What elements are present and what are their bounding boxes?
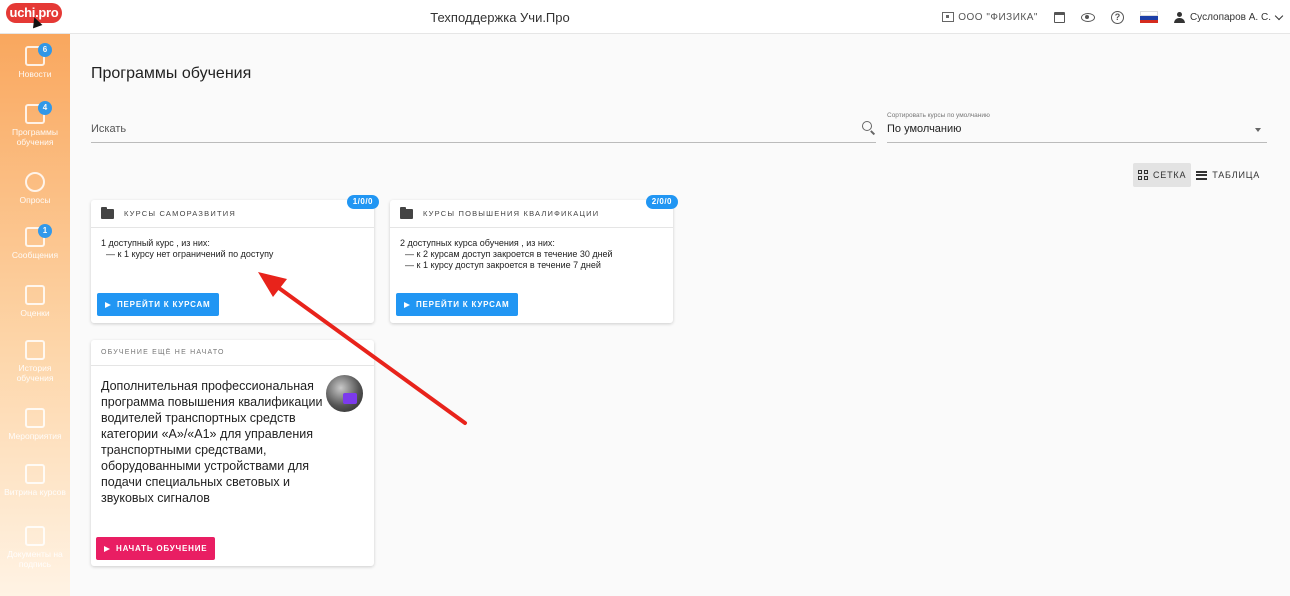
- grid-view-button[interactable]: СЕТКА: [1133, 163, 1192, 187]
- button-label: ПЕРЕЙТИ К КУРСАМ: [117, 300, 211, 309]
- play-icon: [105, 301, 111, 308]
- grid-icon: [1138, 170, 1148, 180]
- start-learning-button[interactable]: НАЧАТЬ ОБУЧЕНИЕ: [96, 537, 216, 560]
- documents-icon: [25, 526, 45, 546]
- sidebar-item-label: Мероприятия: [8, 431, 62, 441]
- search-icon[interactable]: [862, 121, 872, 131]
- program-title: Дополнительная профессиональная программ…: [101, 379, 323, 505]
- events-icon: [25, 408, 45, 428]
- sidebar-item-history[interactable]: История обучения: [0, 340, 70, 383]
- sidebar-item-news[interactable]: 6 Новости: [0, 43, 70, 79]
- notification-badge: 6: [38, 43, 52, 57]
- search-input[interactable]: Искать: [91, 117, 876, 143]
- help-icon[interactable]: ?: [1110, 10, 1124, 24]
- sort-label: Сортировать курсы по умолчанию: [887, 112, 990, 119]
- eye-icon[interactable]: [1080, 12, 1095, 22]
- program-card[interactable]: ОБУЧЕНИЕ ЕЩЁ НЕ НАЧАТО Дополнительная пр…: [91, 340, 374, 566]
- flag-ru-icon[interactable]: [1139, 11, 1158, 23]
- sidebar-item-label: Сообщения: [11, 250, 59, 260]
- sidebar-item-programs[interactable]: 4 Программы обучения: [0, 101, 70, 147]
- go-to-courses-button[interactable]: ПЕРЕЙТИ К КУРСАМ: [396, 293, 518, 316]
- course-count-badge: 1/0/0: [346, 195, 379, 209]
- sidebar-item-surveys[interactable]: Опросы: [0, 172, 70, 205]
- card-title: КУРСЫ ПОВЫШЕНИЯ КВАЛИФИКАЦИИ: [423, 209, 600, 218]
- sidebar-item-label: Витрина курсов: [4, 487, 66, 497]
- dropdown-arrow-icon: [1255, 128, 1261, 132]
- card-summary: 2 доступных курса обучения , из них:: [400, 238, 555, 248]
- sidebar-item-events[interactable]: Мероприятия: [0, 408, 70, 441]
- button-label: ПЕРЕЙТИ К КУРСАМ: [416, 300, 510, 309]
- table-view-button[interactable]: ТАБЛИЦА: [1191, 163, 1265, 187]
- card-title: КУРСЫ САМОРАЗВИТИЯ: [124, 209, 236, 218]
- user-menu[interactable]: Суслопаров А. С.: [1173, 11, 1284, 23]
- flag-stripe-red: [1139, 19, 1158, 23]
- list-icon: [1196, 170, 1208, 180]
- sidebar: 6 Новости 4 Программы обучения Опросы 1 …: [0, 34, 70, 596]
- organization-selector[interactable]: ООО "ФИЗИКА": [942, 12, 1038, 23]
- sort-select[interactable]: Сортировать курсы по умолчанию По умолча…: [887, 109, 1267, 143]
- sidebar-item-grades[interactable]: Оценки: [0, 285, 70, 318]
- card-header: КУРСЫ САМОРАЗВИТИЯ: [91, 200, 374, 228]
- sidebar-item-documents[interactable]: Документы на подпись: [0, 526, 70, 569]
- sort-value: По умолчанию: [887, 123, 962, 135]
- building-icon: [942, 12, 955, 22]
- user-name: Суслопаров А. С.: [1189, 11, 1271, 23]
- card-summary: 1 доступный курс , из них:: [101, 238, 210, 248]
- table-view-label: ТАБЛИЦА: [1212, 170, 1260, 180]
- sidebar-item-label: Опросы: [19, 195, 51, 205]
- sidebar-item-showcase[interactable]: Витрина курсов: [0, 464, 70, 497]
- sidebar-item-label: Документы на подпись: [7, 549, 63, 569]
- sidebar-item-label: Новости: [18, 69, 52, 79]
- notification-badge: 4: [38, 101, 52, 115]
- calendar-icon[interactable]: [1053, 11, 1065, 23]
- folder-icon: [101, 206, 114, 219]
- showcase-icon: [25, 464, 45, 484]
- organization-name: ООО "ФИЗИКА": [958, 11, 1038, 23]
- folder-icon: [400, 206, 413, 219]
- chevron-down-icon: [1274, 11, 1284, 20]
- history-icon: [25, 340, 45, 360]
- card-detail-line: — к 2 курсам доступ закроется в течение …: [405, 249, 613, 259]
- notification-badge: 1: [38, 224, 52, 238]
- course-count-badge: 2/0/0: [645, 195, 678, 209]
- user-icon: [1173, 11, 1185, 23]
- button-label: НАЧАТЬ ОБУЧЕНИЕ: [116, 544, 208, 553]
- sidebar-item-label: Оценки: [20, 308, 50, 318]
- program-status: ОБУЧЕНИЕ ЕЩЁ НЕ НАЧАТО: [91, 340, 374, 366]
- grid-view-label: СЕТКА: [1153, 170, 1187, 180]
- card-detail-line: — к 1 курсу нет ограничений по доступу: [106, 249, 274, 259]
- header-actions: ООО "ФИЗИКА" ? Суслопаров А. С.: [942, 0, 1284, 34]
- grades-icon: [25, 285, 45, 305]
- go-to-courses-button[interactable]: ПЕРЕЙТИ К КУРСАМ: [97, 293, 219, 316]
- play-icon: [404, 301, 410, 308]
- play-icon: [104, 545, 110, 552]
- card-header: КУРСЫ ПОВЫШЕНИЯ КВАЛИФИКАЦИИ: [390, 200, 673, 228]
- course-group-card-qualification: КУРСЫ ПОВЫШЕНИЯ КВАЛИФИКАЦИИ 2/0/0 2 дос…: [390, 195, 678, 323]
- top-bar: uchi.pro Техподдержка Учи.Про ООО "ФИЗИК…: [0, 0, 1290, 34]
- sidebar-item-label: История обучения: [16, 363, 54, 383]
- view-toggle: СЕТКА ТАБЛИЦА: [1133, 163, 1265, 187]
- main-content: Программы обучения Искать Сортировать ку…: [70, 34, 1290, 596]
- program-avatar-image: [326, 375, 363, 412]
- card-body: 1 доступный курс , из них: — к 1 курсу н…: [101, 238, 273, 260]
- survey-icon: [25, 172, 45, 192]
- course-group-card-self-development: КУРСЫ САМОРАЗВИТИЯ 1/0/0 1 доступный кур…: [91, 195, 379, 323]
- sidebar-item-messages[interactable]: 1 Сообщения: [0, 224, 70, 260]
- page-title: Программы обучения: [91, 65, 252, 82]
- card-detail-line: — к 1 курсу доступ закроется в течение 7…: [405, 260, 601, 270]
- search-placeholder: Искать: [91, 123, 127, 135]
- page-header-title: Техподдержка Учи.Про: [430, 10, 570, 25]
- card-body: 2 доступных курса обучения , из них: — к…: [400, 238, 613, 271]
- sidebar-item-label: Программы обучения: [12, 127, 58, 147]
